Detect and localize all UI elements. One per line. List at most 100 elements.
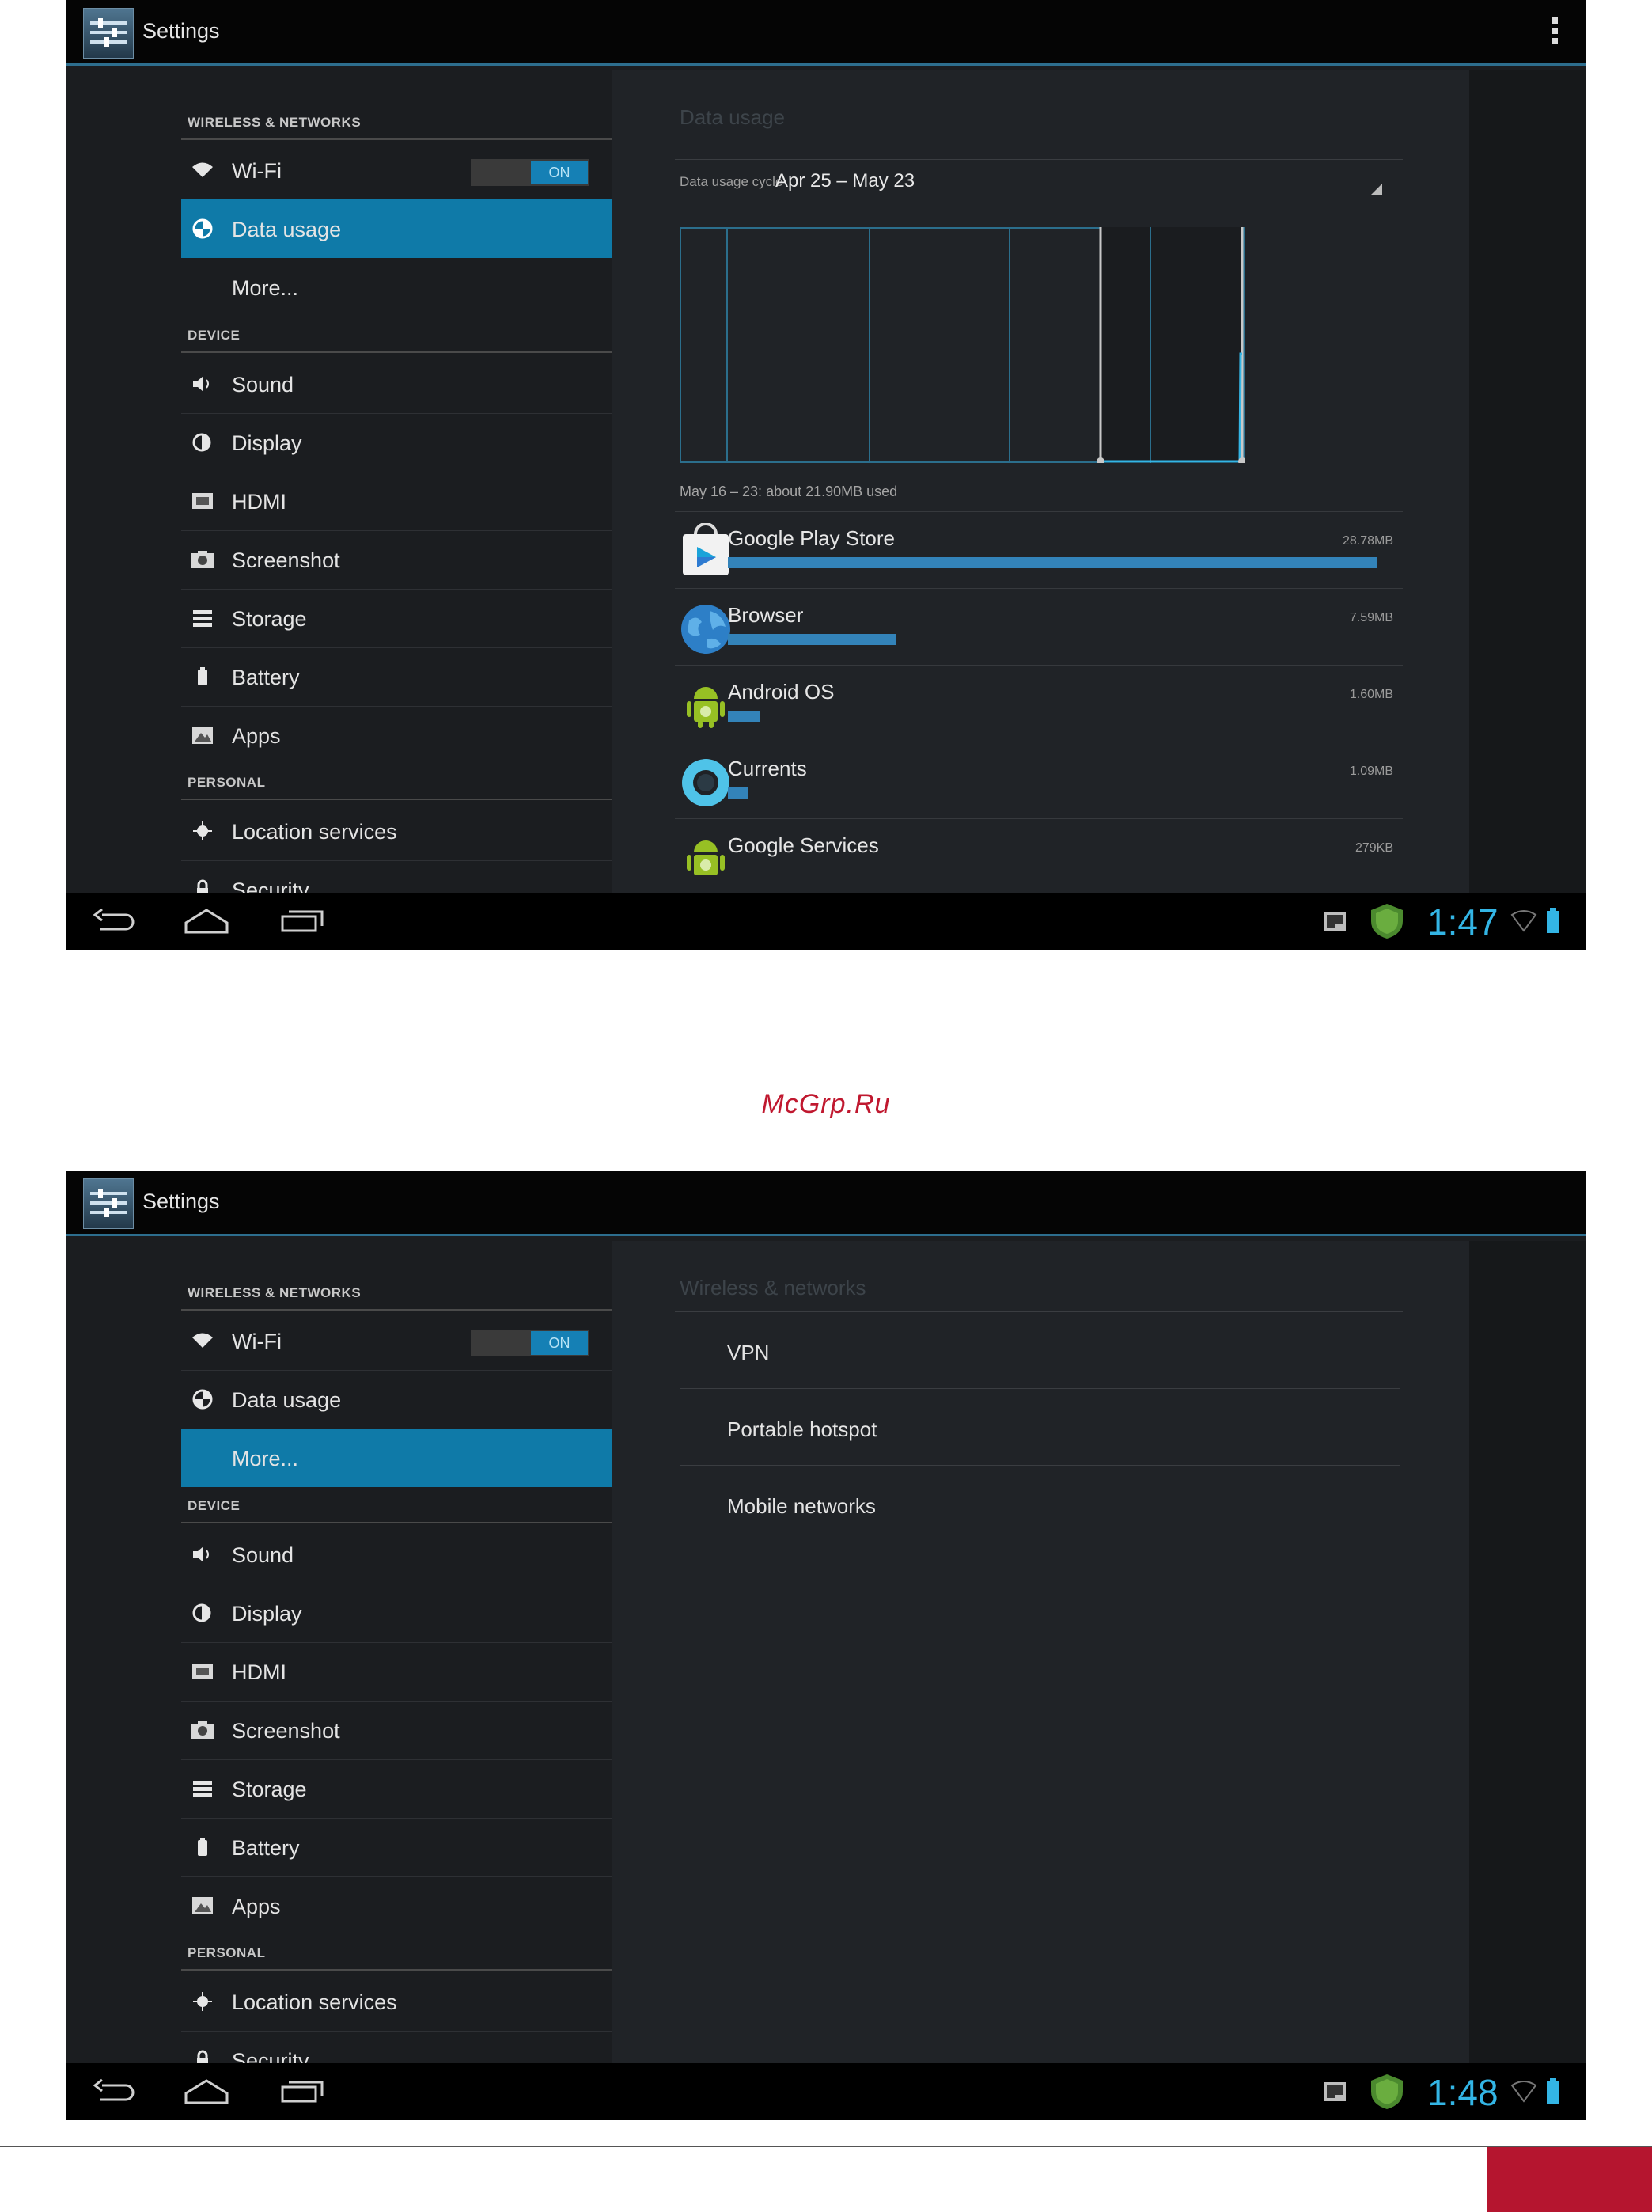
sidebar-item-data-usage[interactable]: Data usage [181,199,675,258]
location-icon [193,821,212,840]
sidebar-item-hdmi[interactable]: HDMI [181,472,675,531]
app-usage-row[interactable]: Currents 1.09MB [675,742,1403,819]
usage-bar [728,557,1377,568]
android-icon [687,687,725,728]
data-usage-pane: Data usage Data usage cycle Apr 25 – May… [612,70,1469,893]
battery-icon [198,1838,207,1856]
app-usage-row[interactable]: Android OS 1.60MB [675,665,1403,742]
sidebar-item-storage[interactable]: Storage [181,1759,675,1819]
recent-apps-icon[interactable] [279,905,327,935]
screenshot-notification-icon[interactable] [1322,2079,1349,2104]
sidebar-item-apps[interactable]: Apps [181,706,675,765]
sidebar-item-label: Screenshot [232,1719,340,1743]
sidebar-item-wifi[interactable]: Wi-Fi ON [181,141,675,200]
android-icon [687,840,725,875]
sidebar-item-label: Security [232,878,309,893]
battery-status-icon [1547,2078,1559,2104]
section-divider [181,1969,675,1971]
section-divider [181,1309,675,1311]
sidebar-item-label: Display [232,431,302,455]
spinner-arrow-icon [1371,184,1382,195]
watermark: McGrp.Ru [761,1089,891,1119]
wireless-networks-pane: Wireless & networks VPN Portable hotspot… [612,1241,1469,2063]
data-usage-graph[interactable] [680,227,1245,463]
app-usage-row[interactable]: Google Play Store 28.78MB [675,511,1403,589]
shield-notification-icon[interactable] [1370,902,1404,940]
home-icon[interactable] [183,2076,230,2106]
sidebar-item-location[interactable]: Location services [181,1972,675,2032]
usage-bar [728,787,748,799]
usage-bar [728,711,760,722]
wifi-toggle[interactable]: ON [471,1330,589,1356]
battery-status-icon [1547,908,1559,933]
home-icon[interactable] [183,905,230,935]
wifi-icon [192,162,213,177]
apps-icon [192,1897,213,1914]
screenshot-notification-icon[interactable] [1322,909,1349,934]
clock[interactable]: 1:47 [1427,901,1499,943]
app-name: Google Play Store [728,526,896,550]
sidebar-item-wifi[interactable]: Wi-Fi ON [181,1311,675,1371]
section-header-wireless: WIRELESS & NETWORKS [188,115,362,130]
recent-apps-icon[interactable] [279,2076,327,2106]
graph-selected-range [1101,227,1243,463]
sidebar-item-sound[interactable]: Sound [181,1525,675,1584]
sound-icon [193,376,209,392]
portable-hotspot-item[interactable]: Portable hotspot [680,1389,1400,1466]
sidebar-item-battery[interactable]: Battery [181,1818,675,1877]
sidebar-item-display[interactable]: Display [181,1584,675,1643]
app-usage-row[interactable]: Google Services 279KB [675,818,1403,896]
app-size: 1.60MB [1349,688,1393,701]
hdmi-icon [192,1664,213,1679]
right-margin [1469,1241,1586,2063]
app-name: Android OS [728,680,835,704]
clock[interactable]: 1:48 [1427,2071,1499,2114]
sidebar-item-label: Battery [232,666,300,689]
app-usage-row[interactable]: Browser 7.59MB [675,588,1403,666]
sidebar-item-sound[interactable]: Sound [181,355,675,414]
back-icon[interactable] [91,2077,135,2106]
sidebar-item-label: Data usage [232,1388,342,1412]
sound-icon [193,1546,209,1562]
shield-notification-icon[interactable] [1370,2073,1404,2111]
sidebar-item-label: Display [232,1602,302,1626]
app-name: Browser [728,603,804,627]
sidebar-item-screenshot[interactable]: Screenshot [181,1701,675,1760]
settings-app-icon[interactable] [83,8,134,59]
cycle-value: Apr 25 – May 23 [775,170,915,192]
wifi-toggle[interactable]: ON [471,159,589,186]
sidebar-item-security[interactable]: Security [181,2031,675,2063]
footer-divider [0,2146,1652,2147]
sidebar-item-security[interactable]: Security [181,860,675,893]
mobile-networks-item[interactable]: Mobile networks [680,1466,1400,1542]
sidebar-item-label: Security [232,2049,309,2063]
back-icon[interactable] [91,907,135,935]
overflow-menu-icon[interactable] [1552,17,1558,47]
app-name: Currents [728,757,807,780]
apps-icon [192,727,213,744]
app-size: 279KB [1355,841,1393,855]
sidebar-item-display[interactable]: Display [181,413,675,472]
sidebar-item-storage[interactable]: Storage [181,589,675,648]
sidebar-item-label: Storage [232,1778,307,1801]
wifi-signal-icon [1510,2081,1537,2103]
display-icon [192,1603,211,1622]
sidebar-item-screenshot[interactable]: Screenshot [181,530,675,590]
sidebar-item-apps[interactable]: Apps [181,1876,675,1935]
wifi-icon [192,1333,213,1348]
vpn-item[interactable]: VPN [680,1312,1400,1389]
sidebar-item-label: Location services [232,820,397,844]
sidebar-item-more[interactable]: More... [181,258,675,317]
section-header-device: DEVICE [188,1498,241,1513]
camera-icon [191,551,214,568]
currents-icon [682,759,729,806]
sidebar-item-battery[interactable]: Battery [181,647,675,707]
sidebar-item-data-usage[interactable]: Data usage [181,1370,675,1429]
sidebar-item-hdmi[interactable]: HDMI [181,1642,675,1702]
section-header-device: DEVICE [188,328,241,343]
sidebar-item-more[interactable]: More... [181,1429,675,1487]
battery-icon [198,667,207,685]
sidebar-item-location[interactable]: Location services [181,802,675,861]
play-store-icon [683,523,729,575]
settings-app-icon[interactable] [83,1178,134,1229]
